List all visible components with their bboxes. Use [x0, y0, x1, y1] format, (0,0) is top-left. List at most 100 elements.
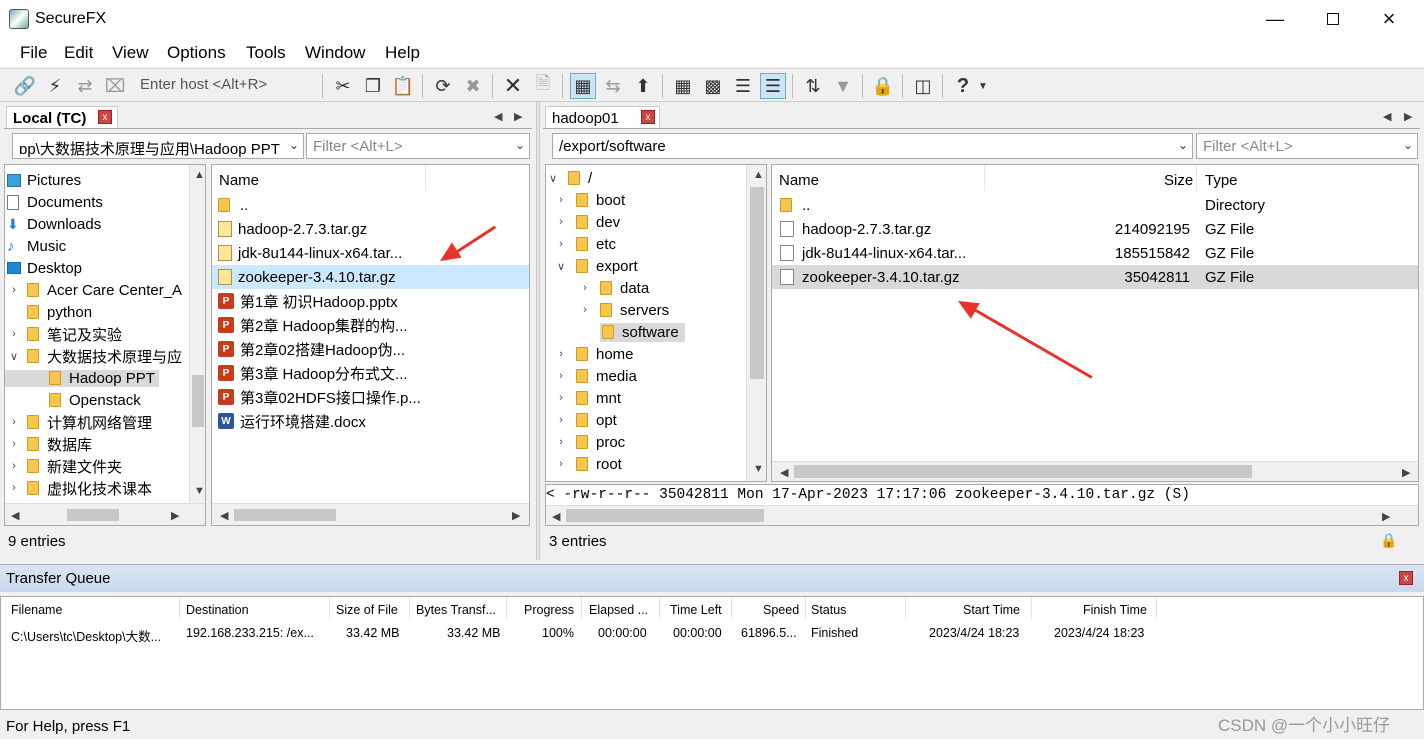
chevron-right-icon[interactable]: ›	[554, 436, 568, 448]
tab-scroll-left-icon[interactable]: ◀	[1383, 110, 1391, 123]
filter-icon[interactable]: ▼	[830, 73, 856, 99]
local-tree-item[interactable]: Documents	[5, 191, 103, 213]
local-tree-item[interactable]: ∨ 大数据技术原理与应	[5, 345, 182, 367]
chevron-right-icon[interactable]: ›	[578, 304, 592, 316]
remote-file-list[interactable]: Name Size Type .. Directory hadoop-2.7.3.t…	[771, 164, 1419, 482]
remote-path-combo[interactable]: /export/software ⌄	[552, 133, 1193, 159]
menu-window[interactable]: Window	[305, 43, 365, 63]
sync-browse-icon[interactable]: ⇆	[600, 73, 626, 99]
local-tree-item[interactable]: Hadoop PPT	[5, 367, 159, 389]
remote-col-type[interactable]: Type	[1205, 172, 1238, 189]
small-icons-icon[interactable]: ▩	[700, 73, 726, 99]
local-tree-item[interactable]: Desktop	[5, 257, 82, 279]
delete-icon[interactable]: ✕	[500, 73, 526, 99]
remote-tree-item[interactable]: › home	[546, 343, 633, 365]
local-file-row[interactable]: P 第3章 Hadoop分布式文...	[212, 361, 529, 385]
local-file-row[interactable]: W 运行环境搭建.docx	[212, 409, 529, 433]
local-file-row[interactable]: jdk-8u144-linux-x64.tar...	[212, 241, 529, 265]
remote-tree-item[interactable]: ∨ export	[546, 255, 638, 277]
tree-view-icon[interactable]: ▦	[570, 73, 596, 99]
local-tree-item[interactable]: Pictures	[5, 169, 81, 191]
up-folder-icon[interactable]: ⬆	[630, 73, 656, 99]
menu-view[interactable]: View	[112, 43, 149, 63]
log-hscrollbar[interactable]: ◀ ▶	[546, 505, 1418, 525]
local-tree-item[interactable]: › 虚拟化技术课本	[5, 477, 152, 499]
remote-tree-item[interactable]: › mnt	[546, 387, 621, 409]
remote-file-row[interactable]: zookeeper-3.4.10.tar.gz 35042811 GZ File	[772, 265, 1418, 289]
local-tree-item[interactable]: ⬇ Downloads	[5, 213, 101, 235]
remote-file-row[interactable]: hadoop-2.7.3.tar.gz 214092195 GZ File	[772, 217, 1418, 241]
chevron-down-icon[interactable]: ∨	[7, 350, 21, 363]
close-tab-local-icon[interactable]: x	[98, 110, 112, 124]
chevron-right-icon[interactable]: ›	[578, 282, 592, 294]
local-tree-item[interactable]: › 计算机网络管理	[5, 411, 152, 433]
reconnect-icon[interactable]: ⇄	[72, 73, 98, 99]
remote-folder-tree[interactable]: ∨ / › boot › dev › etc ∨ export › data › servers softw…	[545, 164, 767, 482]
local-files-hscrollbar[interactable]: ◀ ▶	[212, 503, 529, 525]
stop-icon[interactable]: ✖	[460, 73, 486, 99]
help-dropdown-icon[interactable]: ▼	[976, 73, 990, 99]
list-view-icon[interactable]: ☰	[730, 73, 756, 99]
local-file-row[interactable]: zookeeper-3.4.10.tar.gz	[212, 265, 529, 289]
local-tree-item[interactable]: Openstack	[5, 389, 141, 411]
transfer-queue-table[interactable]: Filename Destination Size of File Bytes Tra…	[0, 596, 1424, 710]
remote-tree-item[interactable]: › opt	[546, 409, 617, 431]
local-tree-vscrollbar[interactable]: ▲ ▼	[189, 165, 205, 503]
remote-tree-vscrollbar[interactable]: ▲ ▼	[746, 165, 766, 481]
chevron-down-icon[interactable]: ∨	[546, 172, 560, 185]
menu-file[interactable]: File	[20, 43, 47, 63]
local-tree-item[interactable]: python	[5, 301, 92, 323]
host-input[interactable]: Enter host <Alt+R>	[134, 74, 314, 96]
chevron-right-icon[interactable]: ›	[7, 416, 21, 428]
chevron-right-icon[interactable]: ›	[554, 216, 568, 228]
remote-tree-item[interactable]: ∨ /	[546, 167, 592, 189]
paste-icon[interactable]: 📋	[390, 73, 416, 99]
tq-row[interactable]: C:\Users\tc\Desktop\大数... 192.168.233.215…	[1, 597, 1423, 647]
remote-tree-item[interactable]: › media	[546, 365, 637, 387]
local-file-list[interactable]: Name .. hadoop-2.7.3.tar.gz jdk-8u144-linu…	[211, 164, 530, 526]
quick-connect-icon[interactable]: ⚡	[42, 73, 68, 99]
copy-icon[interactable]: ❐	[360, 73, 386, 99]
remote-tree-item[interactable]: › etc	[546, 233, 616, 255]
remote-filter-input[interactable]: Filter <Alt+L> ⌄	[1196, 133, 1418, 159]
remote-tree-item[interactable]: software	[546, 321, 685, 343]
chevron-right-icon[interactable]: ›	[554, 370, 568, 382]
chevron-right-icon[interactable]: ›	[7, 460, 21, 472]
remote-files-hscrollbar[interactable]: ◀ ▶	[772, 461, 1418, 481]
chevron-right-icon[interactable]: ›	[554, 392, 568, 404]
remote-tree-item[interactable]: › boot	[546, 189, 625, 211]
close-tab-hadoop01-icon[interactable]: x	[641, 110, 655, 124]
remote-tree-item[interactable]: › data	[546, 277, 649, 299]
window-config-icon[interactable]: ◫	[910, 73, 936, 99]
refresh-icon[interactable]: ⟳	[430, 73, 456, 99]
close-transfer-queue-icon[interactable]: x	[1399, 571, 1413, 585]
local-filter-input[interactable]: Filter <Alt+L> ⌄	[306, 133, 530, 159]
local-file-row[interactable]: P 第2章 Hadoop集群的构...	[212, 313, 529, 337]
remote-tree-item[interactable]: › servers	[546, 299, 669, 321]
local-tree-item[interactable]: › 新建文件夹	[5, 455, 122, 477]
cut-icon[interactable]: ✂	[330, 73, 356, 99]
chevron-right-icon[interactable]: ›	[7, 284, 21, 296]
sort-icon[interactable]: ⇅	[800, 73, 826, 99]
local-file-row[interactable]: P 第1章 初识Hadoop.pptx	[212, 289, 529, 313]
tab-scroll-right-icon[interactable]: ▶	[1404, 110, 1412, 123]
pane-splitter[interactable]	[536, 102, 540, 560]
help-icon[interactable]: ?	[950, 73, 976, 99]
chevron-right-icon[interactable]: ›	[7, 328, 21, 340]
maximize-button[interactable]	[1310, 0, 1356, 38]
minimize-button[interactable]: —	[1252, 0, 1298, 38]
remote-tree-item[interactable]: › proc	[546, 431, 625, 453]
remote-col-name[interactable]: Name	[779, 172, 819, 189]
local-tree-item[interactable]: › 数据库	[5, 433, 92, 455]
chevron-right-icon[interactable]: ›	[554, 348, 568, 360]
remote-tree-item[interactable]: › root	[546, 453, 622, 475]
menu-options[interactable]: Options	[167, 43, 226, 63]
local-tree-item[interactable]: ♪ Music	[5, 235, 66, 257]
local-file-row[interactable]: ..	[212, 193, 529, 217]
chevron-right-icon[interactable]: ›	[554, 238, 568, 250]
remote-file-row[interactable]: .. Directory	[772, 193, 1418, 217]
chevron-right-icon[interactable]: ›	[554, 194, 568, 206]
tab-scroll-left-icon[interactable]: ◀	[494, 110, 502, 123]
remote-col-size[interactable]: Size	[1164, 172, 1193, 189]
chevron-down-icon[interactable]: ∨	[554, 260, 568, 273]
